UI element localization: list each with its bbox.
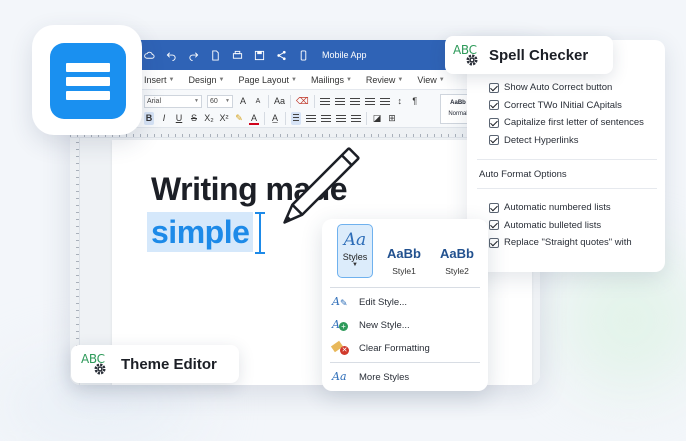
auto-format-options: Automatic numbered lists Automatic bulle… [489, 199, 632, 252]
menu-page-layout[interactable]: Page Layout ▼ [238, 75, 297, 85]
edit-style-icon: A ✎ [332, 295, 348, 308]
print-icon[interactable] [232, 50, 243, 61]
align-center-icon[interactable] [306, 114, 316, 122]
styles-popup: Aa Styles ▼ AaBb Style1 AaBb Style2 A ✎ E… [322, 219, 488, 391]
highlight-pen-icon[interactable]: ✎ [234, 112, 244, 125]
option-replace-quotes[interactable]: Replace "Straight quotes" with [489, 234, 632, 252]
checkbox-checked[interactable] [489, 117, 499, 128]
option-numbered-lists[interactable]: Automatic numbered lists [489, 199, 632, 217]
divider [330, 287, 480, 288]
option-bulleted-lists[interactable]: Automatic bulleted lists [489, 217, 632, 235]
strikethrough-button[interactable]: S [189, 112, 199, 125]
divider [477, 188, 657, 189]
font-name-select[interactable]: Arial ▼ [144, 94, 202, 108]
chevron-down-icon: ▼ [438, 76, 445, 83]
undo-icon[interactable] [166, 50, 177, 61]
gear-icon [466, 54, 478, 66]
line-spacing-icon[interactable] [351, 114, 361, 122]
menu-edit-style[interactable]: A ✎ Edit Style... [332, 293, 407, 311]
share-icon[interactable] [276, 50, 287, 61]
checkbox-checked[interactable] [489, 220, 499, 231]
file-icon[interactable] [210, 49, 221, 61]
underline-button[interactable]: U [174, 112, 184, 125]
spell-checker-panel: Show Auto Correct button Correct TWo INi… [467, 40, 665, 272]
document-app-icon [50, 43, 126, 119]
more-styles-icon: Aa [332, 370, 347, 383]
styles-button[interactable]: Aa Styles ▼ [337, 224, 373, 278]
abc-gear-icon: ABC [81, 352, 109, 376]
option-show-autocorrect[interactable]: Show Auto Correct button [489, 79, 644, 97]
font-size-select[interactable]: 60 ▼ [207, 94, 233, 108]
align-left-icon[interactable] [291, 111, 301, 125]
increase-indent-icon[interactable] [379, 97, 390, 105]
align-right-icon[interactable] [321, 114, 331, 122]
divider [477, 159, 657, 160]
menu-view[interactable]: View ▼ [417, 75, 444, 85]
checkbox-checked[interactable] [489, 135, 499, 146]
selected-text[interactable]: simple [147, 212, 254, 252]
italic-button[interactable]: I [159, 112, 169, 125]
menu-design[interactable]: Design ▼ [188, 75, 224, 85]
new-style-icon: A + [332, 318, 350, 332]
app-logo-tile [32, 25, 142, 135]
option-correct-two-initials[interactable]: Correct TWo INitial CApitals [489, 97, 644, 115]
checkbox-checked[interactable] [489, 202, 499, 213]
divider [330, 362, 480, 363]
subscript-button[interactable]: X₂ [204, 112, 214, 125]
checkbox-checked[interactable] [489, 100, 499, 111]
change-case-button[interactable]: Aa [274, 95, 285, 108]
multilevel-list-icon[interactable] [349, 97, 360, 105]
window-title: Mobile App [322, 50, 367, 60]
chevron-down-icon: ▼ [168, 76, 175, 83]
shrink-font-button[interactable]: A [253, 95, 263, 108]
borders-icon[interactable]: ⊞ [387, 112, 397, 125]
chevron-down-icon: ▼ [345, 76, 352, 83]
option-detect-hyperlinks[interactable]: Detect Hyperlinks [489, 132, 644, 150]
chevron-down-icon: ▼ [194, 98, 199, 104]
grow-font-button[interactable]: A [238, 95, 248, 108]
menu-new-style[interactable]: A + New Style... [332, 316, 410, 334]
shading-icon[interactable]: ◪ [372, 112, 382, 125]
option-capitalize-first-letter[interactable]: Capitalize first letter of sentences [489, 114, 644, 132]
chevron-down-icon: ▼ [290, 76, 297, 83]
spell-checker-title: Spell Checker [489, 46, 589, 64]
clear-formatting-icon: ✕ [330, 340, 350, 355]
save-icon[interactable] [254, 50, 265, 61]
spell-checker-header: ABC Spell Checker [445, 36, 613, 74]
menu-mailings[interactable]: Mailings ▼ [311, 75, 352, 85]
style-sample-1[interactable]: AaBb Style1 [384, 246, 424, 276]
styles-icon: Aa [343, 230, 367, 250]
decrease-indent-icon[interactable] [364, 97, 375, 105]
chevron-down-icon: ▼ [218, 76, 225, 83]
menu-insert[interactable]: Insert ▼ [144, 75, 174, 85]
menu-clear-formatting[interactable]: ✕ Clear Formatting [330, 339, 430, 357]
redo-icon[interactable] [188, 50, 199, 61]
style-sample-2[interactable]: AaBb Style2 [437, 246, 477, 276]
bold-button[interactable]: B [144, 111, 154, 125]
clear-format-icon[interactable]: ⌫ [296, 95, 309, 108]
checkbox-checked[interactable] [489, 82, 499, 93]
chevron-down-icon: ▼ [352, 262, 358, 268]
checkbox-checked[interactable] [489, 237, 499, 248]
sort-icon[interactable]: ↕ [395, 95, 405, 108]
paragraph-mark-button[interactable]: ¶ [410, 95, 420, 108]
auto-format-title: Auto Format Options [479, 169, 567, 180]
superscript-button[interactable]: X² [219, 112, 229, 125]
font-color-button[interactable]: A [249, 112, 259, 125]
numbered-list-icon[interactable] [334, 97, 345, 105]
abc-gear-icon: ABC [453, 43, 481, 67]
bullet-list-icon[interactable] [319, 97, 330, 105]
theme-editor-card: ABC Theme Editor [71, 345, 239, 383]
autocorrect-options: Show Auto Correct button Correct TWo INi… [489, 79, 644, 149]
chevron-down-icon: ▼ [225, 98, 230, 104]
text-effects-icon[interactable]: A̲ [270, 112, 280, 125]
chevron-down-icon: ▼ [397, 76, 404, 83]
theme-editor-title: Theme Editor [121, 355, 217, 373]
mobile-icon [300, 49, 307, 61]
menu-review[interactable]: Review ▼ [366, 75, 403, 85]
justify-icon[interactable] [336, 114, 346, 122]
gear-icon [94, 363, 106, 375]
menu-more-styles[interactable]: Aa More Styles [332, 368, 409, 386]
cloud-icon[interactable] [144, 50, 155, 61]
